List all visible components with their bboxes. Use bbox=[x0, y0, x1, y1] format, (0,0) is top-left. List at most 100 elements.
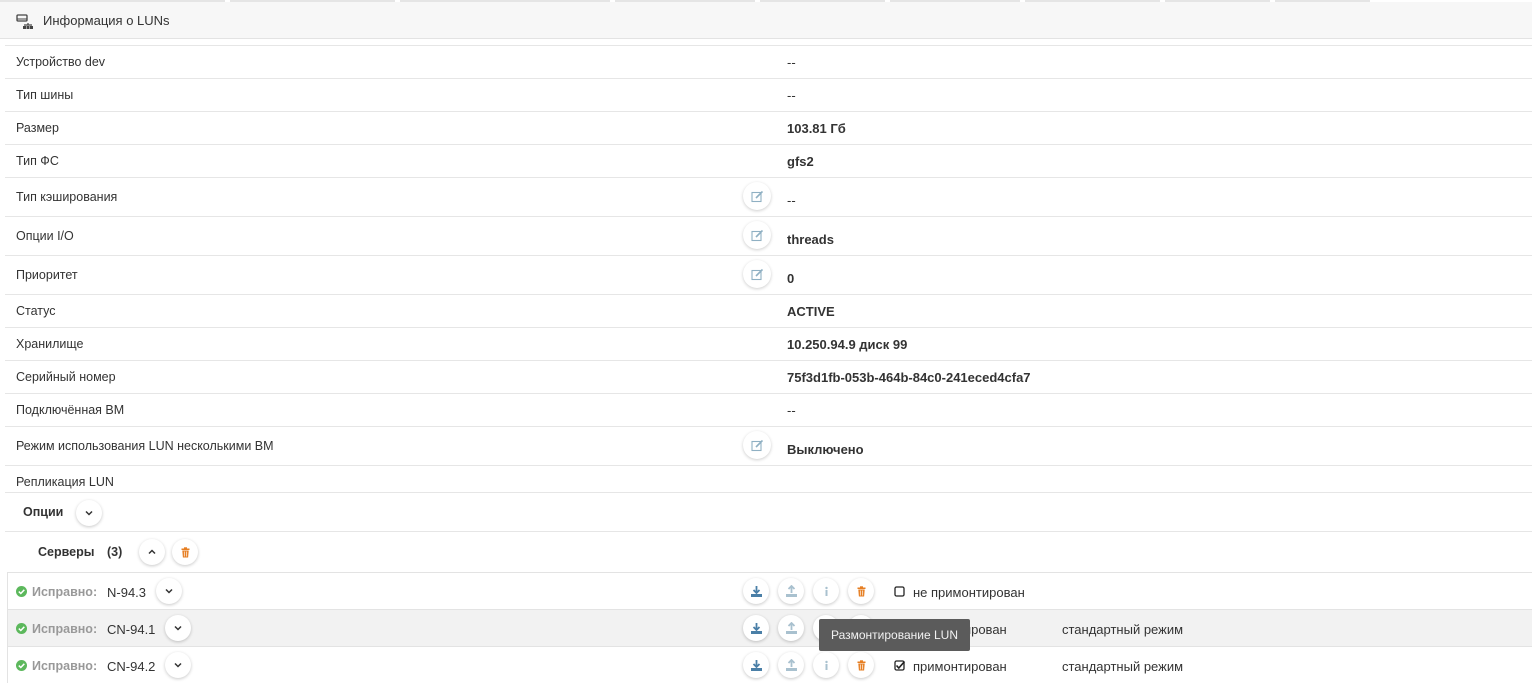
storage-network-icon bbox=[16, 14, 33, 29]
property-label: Хранилище bbox=[16, 337, 84, 351]
check-circle-icon bbox=[16, 660, 27, 671]
unmount-lun-button[interactable] bbox=[778, 578, 804, 604]
check-circle-icon bbox=[16, 586, 27, 597]
edit-property-button[interactable] bbox=[743, 221, 771, 249]
server-status-label: Исправно: bbox=[32, 659, 98, 673]
chevron-down-icon bbox=[85, 510, 93, 516]
property-label: Репликация LUN bbox=[16, 475, 114, 489]
server-expand-button[interactable] bbox=[156, 578, 182, 604]
options-expand-button[interactable] bbox=[76, 500, 102, 526]
property-label: Подключённая ВМ bbox=[16, 403, 125, 417]
server-remove-button[interactable] bbox=[848, 578, 874, 604]
server-expand-button[interactable] bbox=[165, 652, 191, 678]
trash-icon bbox=[857, 659, 865, 670]
mount-lun-button[interactable] bbox=[743, 615, 769, 641]
server-expand-button[interactable] bbox=[165, 615, 191, 641]
property-value: 75f3d1fb-053b-464b-84c0-241eced4cfa7 bbox=[787, 370, 1031, 385]
server-status-label: Исправно: bbox=[32, 622, 98, 636]
server-status-label: Исправно: bbox=[32, 585, 98, 599]
upload-icon bbox=[785, 621, 797, 634]
server-row: Исправно: CN-94.2 примонтирован стандартный… bbox=[8, 646, 1532, 683]
property-row: Тип ФС gfs2 bbox=[5, 144, 1532, 177]
servers-delete-button[interactable] bbox=[172, 539, 198, 565]
property-label: Режим использования LUN несколькими ВМ bbox=[16, 439, 274, 453]
property-row: Тип кэширования -- bbox=[5, 177, 1532, 216]
lun-info-header: Информация о LUNs bbox=[0, 2, 1532, 39]
server-info-button[interactable] bbox=[813, 578, 839, 604]
property-value: 10.250.94.9 диск 99 bbox=[787, 337, 908, 352]
mount-lun-button[interactable] bbox=[743, 652, 769, 678]
property-row: Серийный номер 75f3d1fb-053b-464b-84c0-24… bbox=[5, 360, 1532, 393]
property-label: Серийный номер bbox=[16, 370, 116, 384]
property-label: Тип шины bbox=[16, 88, 74, 102]
upload-icon bbox=[785, 584, 797, 597]
server-info-button[interactable] bbox=[813, 652, 839, 678]
mount-state: примонтирован bbox=[913, 659, 1007, 674]
property-value: -- bbox=[787, 55, 796, 70]
property-value: threads bbox=[787, 232, 834, 247]
servers-collapse-button[interactable] bbox=[139, 539, 165, 565]
chevron-up-icon bbox=[148, 549, 156, 555]
property-label: Устройство dev bbox=[16, 55, 106, 69]
server-row: Исправно: N-94.3 не примонтирован bbox=[8, 572, 1532, 609]
property-label: Статус bbox=[16, 304, 56, 318]
mount-mode: стандартный режим bbox=[1062, 622, 1184, 637]
server-row: Исправно:CN-94.1примонтированстандартный… bbox=[8, 609, 1532, 646]
property-label: Размер bbox=[16, 121, 59, 135]
servers-count: (3) bbox=[107, 545, 123, 559]
property-row: Хранилище 10.250.94.9 диск 99 bbox=[5, 327, 1532, 360]
property-value: ACTIVE bbox=[787, 304, 835, 319]
property-row: Режим использования LUN несколькими ВМ Вы… bbox=[5, 426, 1532, 465]
property-row: Тип шины -- bbox=[5, 78, 1532, 111]
edit-icon bbox=[750, 439, 763, 451]
property-row: Репликация LUN bbox=[5, 465, 1532, 492]
info-icon bbox=[824, 586, 828, 596]
chevron-down-icon bbox=[165, 588, 173, 594]
server-name: CN-94.1 bbox=[107, 622, 156, 637]
download-icon bbox=[750, 585, 762, 597]
property-row: Размер 103.81 Гб bbox=[5, 111, 1532, 144]
property-value: -- bbox=[787, 88, 796, 103]
property-label: Опции I/O bbox=[16, 229, 74, 243]
property-row: Статус ACTIVE bbox=[5, 294, 1532, 327]
edit-property-button[interactable] bbox=[743, 431, 771, 459]
property-row: Устройство dev -- bbox=[5, 45, 1532, 78]
trash-icon bbox=[857, 585, 865, 596]
lun-properties-table: Устройство dev -- Тип шины -- Размер 103.81 Г… bbox=[5, 45, 1532, 492]
property-label: Приоритет bbox=[16, 268, 78, 282]
servers-list: Исправно: N-94.3 не примонтирован Исправно:… bbox=[7, 572, 1532, 683]
mount-mode: стандартный режим bbox=[1062, 659, 1184, 674]
edit-icon bbox=[750, 268, 763, 280]
checkbox-empty-icon[interactable] bbox=[894, 586, 905, 597]
server-name: CN-94.2 bbox=[107, 659, 156, 674]
edit-icon bbox=[750, 190, 763, 202]
mount-state: не примонтирован bbox=[913, 585, 1025, 600]
check-circle-icon bbox=[16, 623, 27, 634]
chevron-down-icon bbox=[174, 625, 182, 631]
page-title: Информация о LUNs bbox=[43, 13, 170, 28]
property-value: -- bbox=[787, 193, 796, 208]
download-icon bbox=[750, 622, 762, 634]
mount-lun-button[interactable] bbox=[743, 578, 769, 604]
edit-property-button[interactable] bbox=[743, 260, 771, 288]
servers-title: Серверы bbox=[38, 545, 95, 559]
server-remove-button[interactable] bbox=[848, 652, 874, 678]
checkbox-checked-icon[interactable] bbox=[894, 660, 905, 671]
servers-section: Серверы (3) bbox=[5, 531, 1532, 572]
info-icon bbox=[824, 660, 828, 670]
property-value: 103.81 Гб bbox=[787, 121, 846, 136]
property-value: gfs2 bbox=[787, 154, 814, 169]
property-label: Тип кэширования bbox=[16, 190, 118, 204]
property-row: Приоритет 0 bbox=[5, 255, 1532, 294]
server-name: N-94.3 bbox=[107, 585, 147, 600]
unmount-lun-button[interactable] bbox=[778, 615, 804, 641]
edit-property-button[interactable] bbox=[743, 182, 771, 210]
unmount-tooltip: Размонтирование LUN bbox=[819, 619, 970, 651]
property-value: -- bbox=[787, 403, 796, 418]
property-value: 0 bbox=[787, 271, 795, 286]
property-row: Подключённая ВМ -- bbox=[5, 393, 1532, 426]
options-title: Опции bbox=[23, 505, 64, 519]
options-section: Опции bbox=[5, 492, 1532, 532]
unmount-lun-button[interactable] bbox=[778, 652, 804, 678]
property-value: Выключено bbox=[787, 442, 864, 457]
